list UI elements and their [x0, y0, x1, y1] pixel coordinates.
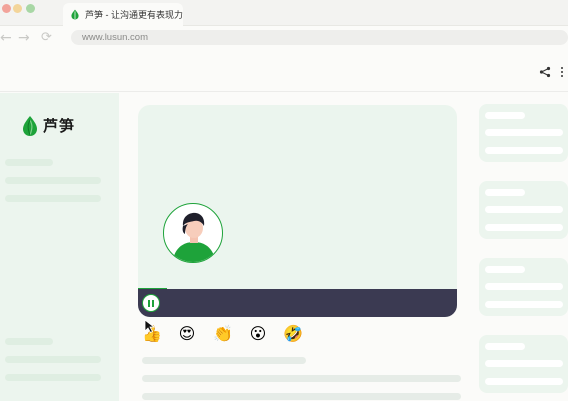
forward-arrow-icon[interactable]: → [18, 30, 30, 46]
tab-favicon-icon [71, 9, 79, 20]
related-card-placeholder-line [485, 224, 563, 231]
browser-tab-bar: 芦笋 - 让沟通更有表现力 [0, 0, 568, 26]
window-close-button[interactable] [2, 4, 11, 13]
related-card-placeholder-line [485, 301, 563, 308]
related-card[interactable] [479, 335, 568, 393]
heart-eyes-emoji[interactable]: 😍 [176, 323, 198, 345]
pause-icon [148, 299, 150, 307]
related-card-placeholder-line [485, 129, 563, 136]
content-placeholder-line [142, 393, 461, 400]
sidebar-placeholder-line [5, 177, 101, 184]
related-card-placeholder-line [485, 206, 563, 213]
related-card-placeholder-line [485, 283, 563, 290]
back-arrow-icon[interactable]: ← [0, 30, 12, 46]
person-illustration-icon [172, 212, 216, 262]
related-card-placeholder-line [485, 147, 563, 154]
related-card-placeholder-line [485, 343, 525, 350]
address-bar[interactable]: www.lusun.com [71, 30, 568, 45]
tab-title: 芦笋 - 让沟通更有表现力 [85, 10, 183, 20]
window-minimize-button[interactable] [13, 4, 22, 13]
sidebar: 芦笋 [0, 93, 119, 401]
mouse-cursor-icon [144, 319, 156, 333]
sidebar-placeholder-line [5, 356, 101, 363]
content-placeholder-line [142, 375, 461, 382]
clapping-emoji[interactable]: 👏 [212, 323, 234, 345]
sidebar-placeholder-line [5, 195, 101, 202]
laughing-emoji[interactable]: 🤣 [282, 323, 304, 345]
page-toolbar [0, 50, 568, 92]
content-placeholder-line [142, 357, 306, 364]
surprised-emoji[interactable]: 😮 [247, 323, 269, 345]
sidebar-placeholder-line [5, 159, 53, 166]
share-icon[interactable] [539, 66, 551, 78]
asparagus-leaf-icon [23, 115, 37, 136]
brand-name: 芦笋 [43, 118, 76, 135]
related-card-placeholder-line [485, 112, 525, 119]
related-card-placeholder-line [485, 360, 563, 367]
window-maximize-button[interactable] [26, 4, 35, 13]
sidebar-placeholder-line [5, 374, 101, 381]
related-card-placeholder-line [485, 189, 525, 196]
pause-icon-bar [152, 299, 154, 307]
related-card-placeholder-line [485, 266, 525, 273]
browser-tab[interactable]: 芦笋 - 让沟通更有表现力 [63, 3, 183, 26]
video-player[interactable] [138, 105, 457, 317]
related-card[interactable] [479, 258, 568, 316]
player-control-bar [138, 289, 457, 317]
pause-button[interactable] [142, 294, 160, 312]
sidebar-placeholder-line [5, 338, 53, 345]
more-vertical-icon[interactable] [559, 65, 565, 79]
reload-icon[interactable]: ⟳ [41, 30, 52, 46]
browser-nav-bar: ← → ⟳ www.lusun.com [0, 27, 568, 49]
brand-logo[interactable]: 芦笋 [22, 115, 75, 136]
related-card[interactable] [479, 181, 568, 239]
avatar [163, 203, 223, 263]
related-card[interactable] [479, 104, 568, 162]
related-card-placeholder-line [485, 378, 563, 385]
